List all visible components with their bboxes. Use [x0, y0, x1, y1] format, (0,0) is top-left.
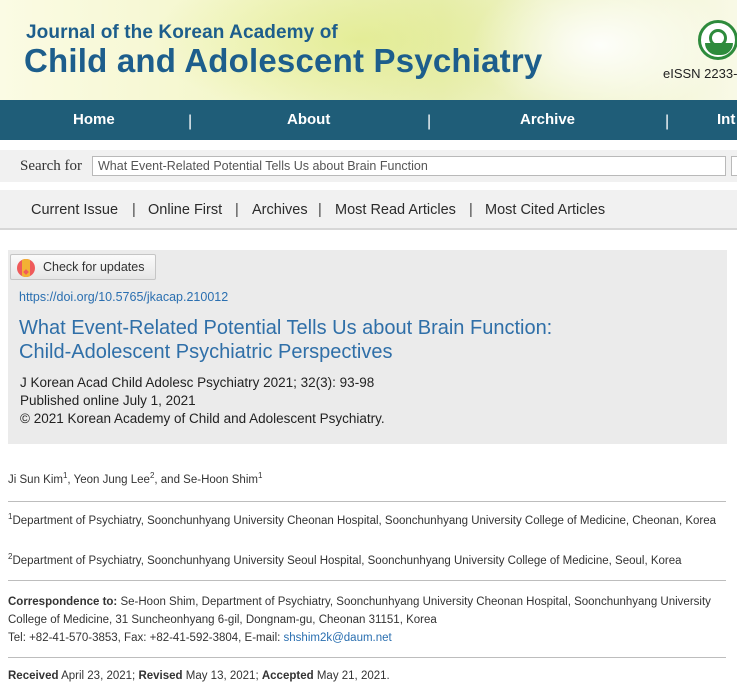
nav-truncated-item[interactable]: Int: [717, 100, 735, 140]
author-name[interactable]: Se-Hoon Shim: [183, 474, 258, 486]
copyright-line: © 2021 Korean Academy of Child and Adole…: [20, 411, 385, 426]
nav-separator: |: [665, 113, 670, 130]
search-input[interactable]: What Event-Related Potential Tells Us ab…: [92, 156, 726, 176]
submenu-archives[interactable]: Archives: [252, 202, 308, 218]
article-title-line2: Child-Adolescent Psychiatric Perspective…: [19, 341, 393, 363]
correspondence-block: Correspondence to: Se-Hoon Shim, Departm…: [8, 593, 726, 647]
author-list: Ji Sun Kim1, Yeon Jung Lee2, and Se-Hoon…: [8, 471, 263, 486]
article-dates: Received April 23, 2021; Revised May 13,…: [8, 670, 390, 682]
revised-label: Revised: [138, 670, 183, 682]
archive-submenu: Current Issue | Online First | Archives …: [0, 190, 737, 230]
affiliation-text: Department of Psychiatry, Soonchunhyang …: [12, 555, 682, 567]
submenu-most-cited[interactable]: Most Cited Articles: [485, 202, 605, 218]
academy-logo-icon[interactable]: [698, 20, 737, 60]
submenu-separator: |: [469, 202, 473, 218]
received-label: Received: [8, 670, 59, 682]
check-for-updates-button[interactable]: Check for updates: [10, 254, 156, 280]
affiliation-text: Department of Psychiatry, Soonchunhyang …: [12, 515, 717, 527]
correspondence-email-link[interactable]: shshim2k@daum.net: [284, 632, 392, 644]
accepted-label: Accepted: [261, 670, 314, 682]
nav-separator: |: [427, 113, 432, 130]
correspondence-label: Correspondence to:: [8, 596, 118, 608]
article-title: What Event-Related Potential Tells Us ab…: [19, 316, 719, 364]
divider: [8, 580, 726, 581]
journal-title-line1[interactable]: Journal of the Korean Academy of: [26, 22, 338, 44]
submenu-most-read[interactable]: Most Read Articles: [335, 202, 456, 218]
article-title-line1: What Event-Related Potential Tells Us ab…: [19, 317, 553, 339]
journal-header-banner: Journal of the Korean Academy of Child a…: [0, 0, 737, 100]
divider: [8, 501, 726, 502]
search-label: Search for: [20, 158, 83, 174]
search-button[interactable]: [731, 156, 737, 176]
affiliation-2: 2Department of Psychiatry, Soonchunhyang…: [8, 552, 726, 570]
submenu-separator: |: [235, 202, 239, 218]
submenu-online-first[interactable]: Online First: [148, 202, 222, 218]
doi-link[interactable]: https://doi.org/10.5765/jkacap.210012: [19, 290, 228, 304]
submenu-separator: |: [318, 202, 322, 218]
author-name[interactable]: Yeon Jung Lee: [74, 474, 150, 486]
journal-title-line2[interactable]: Child and Adolescent Psychiatry: [24, 42, 542, 80]
contact-info: Tel: +82-41-570-3853, Fax: +82-41-592-38…: [8, 632, 284, 644]
author-name[interactable]: Ji Sun Kim: [8, 474, 63, 486]
author-affiliation-marker: 1: [257, 471, 263, 481]
revised-date: May 13, 2021;: [185, 670, 259, 682]
submenu-separator: |: [132, 202, 136, 218]
nav-home[interactable]: Home: [73, 100, 115, 140]
nav-archive[interactable]: Archive: [520, 100, 575, 140]
main-nav: Home | About | Archive | Int: [0, 100, 737, 140]
check-for-updates-label: Check for updates: [43, 260, 145, 274]
citation-line: J Korean Acad Child Adolesc Psychiatry 2…: [20, 375, 375, 390]
author-separator: , and: [154, 474, 184, 486]
accepted-date: May 21, 2021.: [316, 670, 390, 682]
nav-about[interactable]: About: [287, 100, 330, 140]
submenu-current-issue[interactable]: Current Issue: [31, 202, 118, 218]
search-bar: Search for What Event-Related Potential …: [0, 150, 737, 182]
received-date: April 23, 2021;: [61, 670, 136, 682]
divider: [8, 657, 726, 658]
nav-separator: |: [188, 113, 193, 130]
eissn-label: eISSN 2233-: [663, 66, 737, 81]
logo-base: [705, 43, 733, 55]
affiliation-1: 1Department of Psychiatry, Soonchunhyang…: [8, 512, 726, 530]
published-date: Published online July 1, 2021: [20, 393, 196, 408]
crossmark-icon: [17, 259, 35, 277]
